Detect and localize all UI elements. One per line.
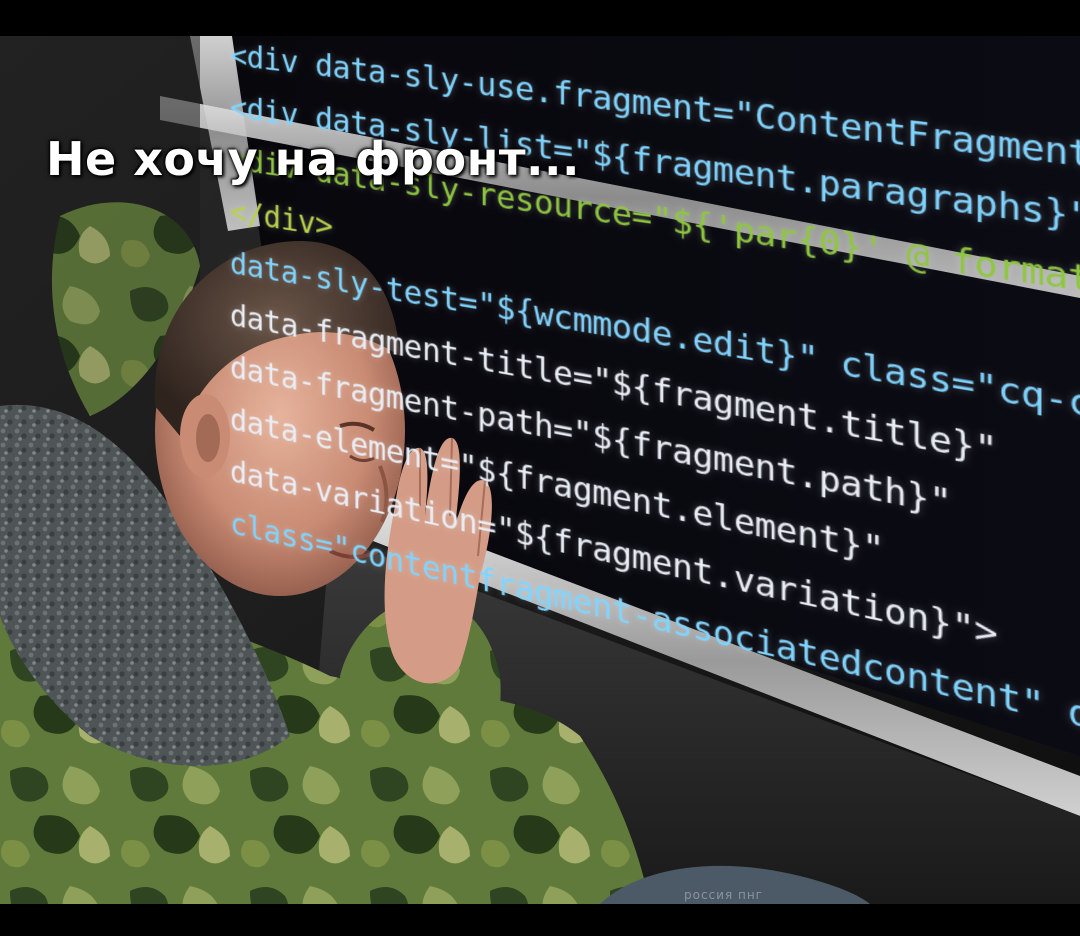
meme-photo: <div data-sly-use.fragment="ContentFragm…: [0, 36, 1080, 904]
meme-frame: <div data-sly-use.fragment="ContentFragm…: [0, 0, 1080, 936]
meme-caption: Не хочу на фронт...: [46, 132, 580, 186]
watermark-text: россия пнг: [684, 888, 763, 902]
